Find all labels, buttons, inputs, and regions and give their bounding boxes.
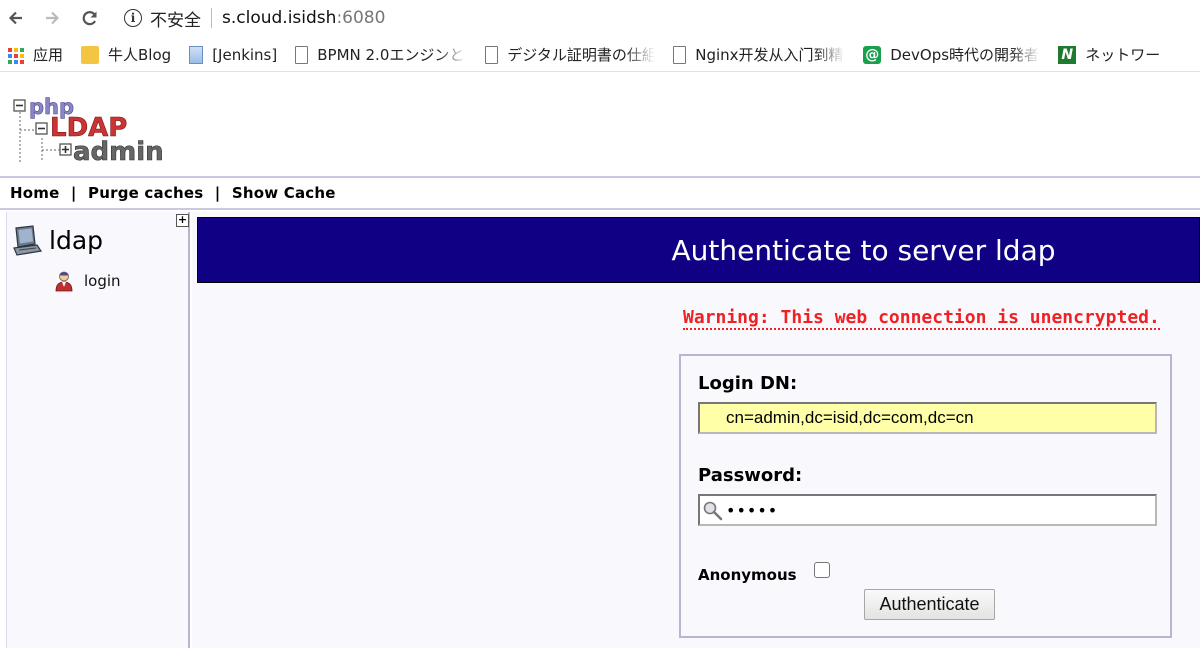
menu-separator: | bbox=[214, 184, 221, 202]
login-node[interactable]: login bbox=[53, 270, 121, 292]
authenticate-button[interactable]: Authenticate bbox=[864, 589, 995, 620]
at-sign-icon: @ bbox=[863, 45, 882, 64]
bookmark-label: 应用 bbox=[33, 46, 64, 64]
login-dn-label: Login DN: bbox=[698, 373, 798, 394]
bookmark-network[interactable]: N ネットワー bbox=[1058, 44, 1160, 65]
info-icon[interactable]: i bbox=[124, 9, 142, 27]
bookmark-label: デジタル証明書の仕組 bbox=[507, 46, 656, 64]
bookmark-label: BPMN 2.0エンジンと bbox=[317, 46, 465, 64]
login-form: Login DN: Password: Anonymous Authentica… bbox=[679, 354, 1172, 638]
password-label: Password: bbox=[698, 465, 803, 486]
bookmarks-bar: 应用 牛人Blog [Jenkins] BPMN 2.0エンジンと デジタル証明… bbox=[0, 38, 1200, 72]
n-logo-icon: N bbox=[1058, 45, 1077, 64]
page-icon bbox=[295, 45, 309, 64]
bookmark-label: Nginx开发从入门到精 bbox=[695, 46, 844, 64]
bookmark-label: ネットワー bbox=[1085, 46, 1161, 64]
server-node[interactable]: ldap bbox=[11, 224, 103, 256]
folder-icon bbox=[81, 45, 100, 64]
top-menu: Home | Purge caches | Show Cache bbox=[10, 184, 336, 202]
apps-grid-icon bbox=[6, 46, 24, 64]
url-port: :6080 bbox=[336, 8, 386, 28]
bookmark-nginx[interactable]: Nginx开发从入门到精 bbox=[673, 44, 845, 65]
password-input[interactable] bbox=[726, 496, 1154, 524]
header-divider bbox=[0, 176, 1200, 178]
expand-tree-button[interactable]: + bbox=[176, 214, 189, 227]
bookmark-jenkins[interactable]: [Jenkins] bbox=[189, 45, 278, 64]
password-field[interactable] bbox=[698, 494, 1157, 526]
server-computer-icon bbox=[13, 225, 43, 256]
bookmark-label: DevOps時代の開発者 bbox=[890, 46, 1040, 64]
home-link[interactable]: Home bbox=[10, 184, 59, 202]
page-icon bbox=[485, 45, 499, 64]
login-dn-input[interactable] bbox=[698, 402, 1157, 434]
bookmark-label: 牛人Blog bbox=[108, 46, 172, 64]
anonymous-label: Anonymous bbox=[698, 566, 797, 584]
unencrypted-warning: Warning: This web connection is unencryp… bbox=[683, 307, 1160, 330]
bookmark-cert[interactable]: デジタル証明書の仕組 bbox=[485, 44, 655, 65]
main-content: Authenticate to server ldap Warning: Thi… bbox=[192, 212, 1200, 648]
bookmark-bpmn[interactable]: BPMN 2.0エンジンと bbox=[295, 44, 467, 65]
phpldapadmin-logo[interactable]: php LDAP admin bbox=[12, 92, 162, 167]
forward-arrow-icon[interactable] bbox=[38, 4, 66, 32]
url-host: s.cloud.isidsh bbox=[222, 8, 337, 28]
reload-icon[interactable] bbox=[76, 4, 104, 32]
bookmark-label: [Jenkins] bbox=[212, 45, 278, 64]
server-name: ldap bbox=[49, 225, 104, 255]
browser-toolbar: i 不安全 s.cloud.isidsh:6080 bbox=[0, 0, 1200, 36]
show-cache-link[interactable]: Show Cache bbox=[232, 184, 336, 202]
address-bar[interactable]: i 不安全 s.cloud.isidsh:6080 bbox=[112, 3, 1200, 33]
anonymous-checkbox[interactable] bbox=[814, 562, 830, 578]
page-title-bar: Authenticate to server ldap bbox=[197, 217, 1200, 283]
user-icon bbox=[55, 271, 73, 292]
purge-caches-link[interactable]: Purge caches bbox=[88, 184, 203, 202]
page-icon bbox=[673, 45, 687, 64]
server-tree-sidebar: + ldap login bbox=[6, 212, 190, 648]
page-title: Authenticate to server ldap bbox=[671, 233, 1056, 267]
security-label: 不安全 bbox=[150, 10, 201, 31]
login-link-label: login bbox=[84, 272, 121, 290]
document-icon bbox=[189, 45, 204, 64]
menu-separator: | bbox=[70, 184, 77, 202]
bookmark-apps[interactable]: 应用 bbox=[6, 44, 63, 65]
menu-divider bbox=[0, 208, 1200, 210]
back-arrow-icon[interactable] bbox=[2, 4, 30, 32]
bookmark-devops[interactable]: @ DevOps時代の開発者 bbox=[863, 44, 1040, 65]
bookmark-folder[interactable]: 牛人Blog bbox=[81, 44, 171, 65]
magnifier-key-icon bbox=[703, 501, 723, 521]
url-divider bbox=[211, 8, 212, 28]
logo-admin-text: admin bbox=[73, 137, 162, 167]
